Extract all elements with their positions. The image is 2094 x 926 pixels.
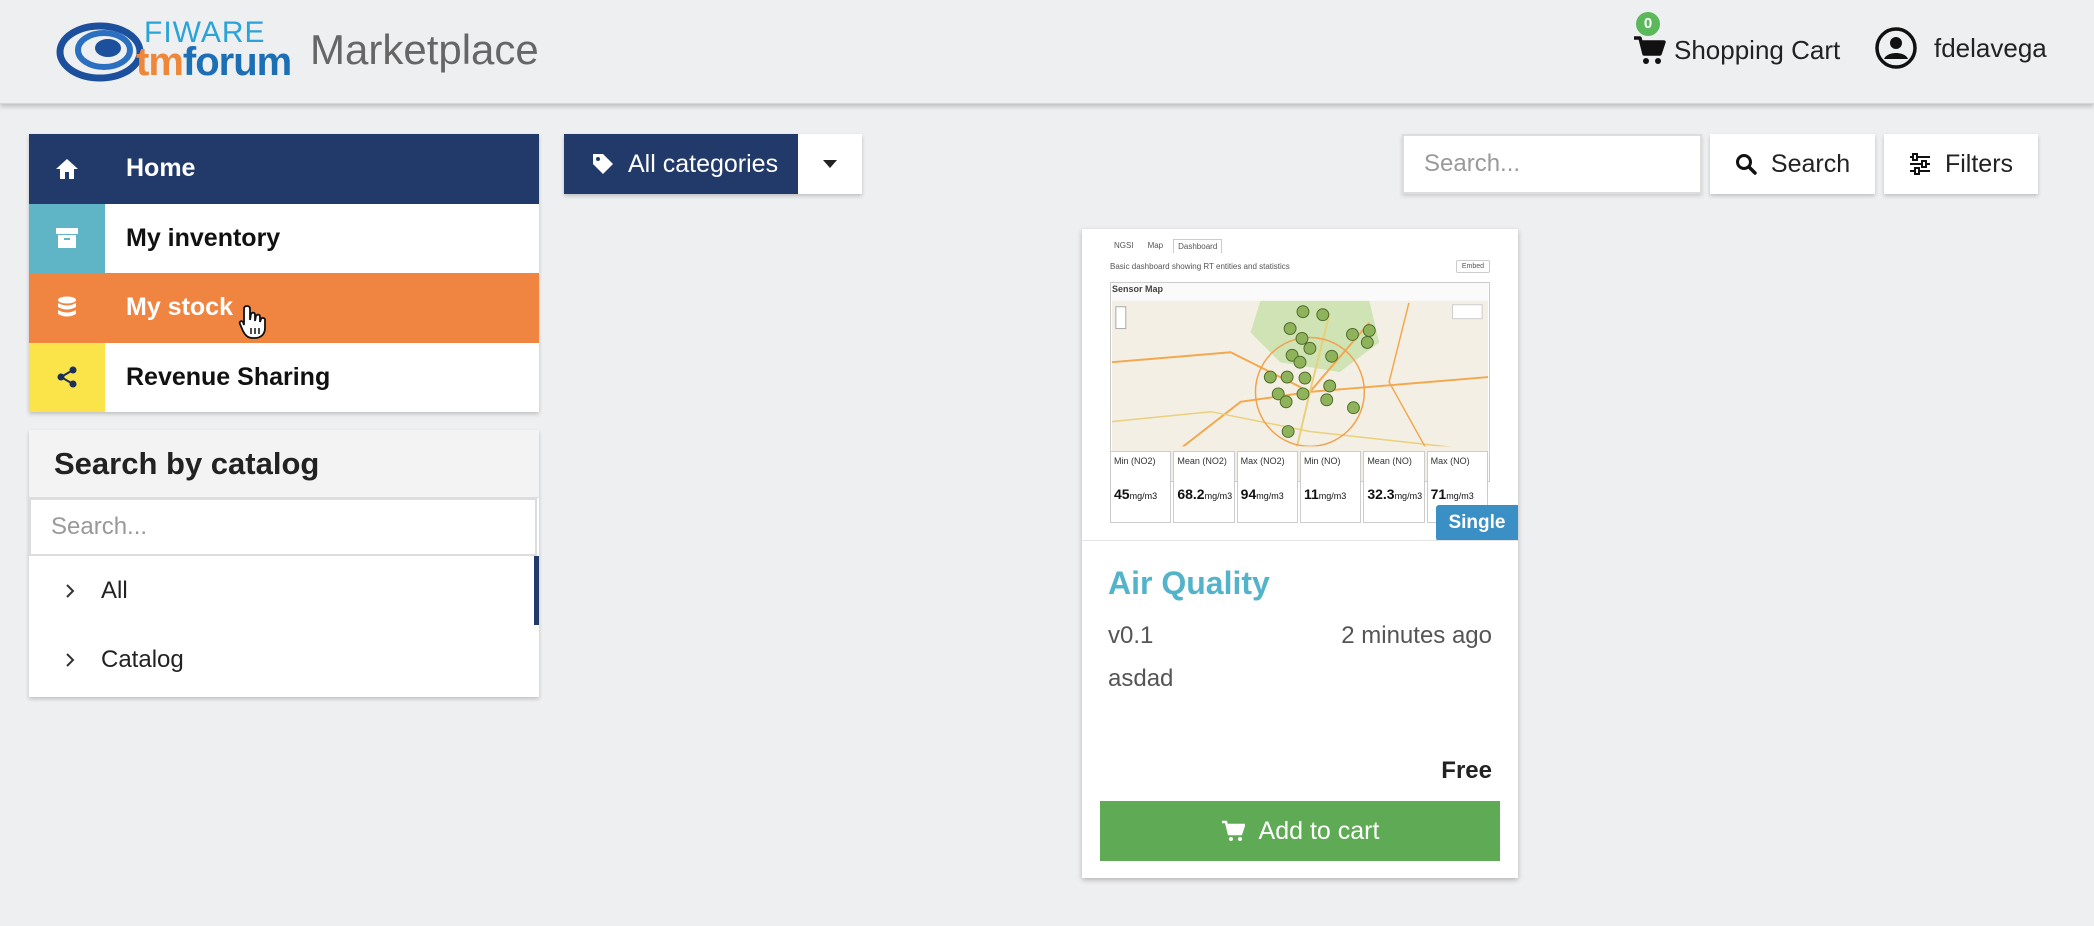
sidebar-item-label: Home: [126, 154, 196, 183]
sliders-icon: [1909, 153, 1930, 175]
cart-icon: [1221, 820, 1245, 841]
filters-button-label: Filters: [1944, 149, 2014, 178]
product-card: NGSI Map Dashboard Basic dashboard showi…: [1082, 229, 1518, 878]
catalog-search-input[interactable]: [29, 498, 537, 556]
add-to-cart-button[interactable]: Add to cart: [1100, 801, 1500, 861]
sidebar-item-my-stock[interactable]: My stock: [29, 273, 539, 343]
catalog-list: All Catalog: [29, 556, 539, 694]
user-circle-icon: [1875, 27, 1917, 69]
sidebar-item-label: My inventory: [105, 203, 539, 273]
catalog-panel-title: Search by catalog: [29, 430, 539, 498]
shopping-cart-label: Shopping Cart: [1674, 34, 1841, 65]
fiware-tmforum-logo[interactable]: FIWARE tmforum: [56, 14, 296, 84]
product-description: asdad: [1108, 665, 1174, 692]
shopping-cart-button[interactable]: 0 Shopping Cart: [1632, 12, 1841, 80]
user-menu-button[interactable]: fdelavega: [1874, 24, 2047, 72]
catalog-item-all[interactable]: All: [29, 556, 539, 625]
tag-icon: [593, 154, 613, 174]
product-version: v0.1: [1108, 622, 1154, 649]
stat-cell: Max (NO2) 94mg/m3: [1236, 451, 1298, 523]
thumbnail-description: Basic dashboard showing RT entities and …: [1110, 262, 1290, 271]
top-header: FIWARE tmforum Marketplace 0 Shopping Ca…: [0, 0, 2094, 104]
home-icon: [29, 134, 105, 204]
all-categories-button[interactable]: All categories: [564, 134, 798, 194]
product-name-link[interactable]: Air Quality: [1108, 565, 1270, 602]
stats-row: Min (NO2) 45mg/m3 Mean (NO2) 68.2mg/m3 M…: [1110, 451, 1490, 523]
add-to-cart-label: Add to cart: [1258, 816, 1380, 845]
shopping-cart-icon: 0: [1632, 12, 1666, 66]
single-badge: Single: [1436, 505, 1518, 540]
database-icon: [29, 273, 105, 343]
thumbnail-tabs: NGSI Map Dashboard: [1110, 239, 1223, 253]
sidebar-item-label: Revenue Sharing: [105, 342, 539, 412]
sidebar-item-revenue-sharing[interactable]: Revenue Sharing: [29, 342, 539, 412]
all-categories-label: All categories: [628, 149, 779, 178]
thumbnail-tab: Dashboard: [1173, 239, 1223, 253]
search-input[interactable]: [1402, 134, 1702, 194]
catalog-item-label: All: [101, 576, 128, 604]
catalog-item-label: Catalog: [101, 645, 184, 673]
logo-tmforum-text: tmforum: [136, 40, 292, 84]
product-price: Free: [1441, 757, 1492, 784]
product-thumbnail[interactable]: NGSI Map Dashboard Basic dashboard showi…: [1082, 229, 1518, 541]
sidebar-item-my-inventory[interactable]: My inventory: [29, 203, 539, 273]
thumbnail-tab: NGSI: [1114, 241, 1134, 250]
search-button[interactable]: Search: [1710, 134, 1875, 194]
catalog-item-catalog[interactable]: Catalog: [29, 625, 539, 694]
category-caret-button[interactable]: [798, 134, 862, 194]
search-button-label: Search: [1770, 149, 1851, 178]
app-title: Marketplace: [310, 26, 539, 73]
sensor-map-title: Sensor Map: [1112, 284, 1164, 294]
sidebar-item-label: My stock: [126, 293, 233, 322]
search-icon: [1735, 154, 1757, 175]
catalog-panel: Search by catalog All Catalog: [29, 430, 539, 697]
stat-cell: Min (NO2) 45mg/m3: [1110, 451, 1172, 523]
sidebar-item-home[interactable]: Home: [29, 134, 539, 204]
cart-count-badge: 0: [1636, 12, 1660, 36]
stat-cell: Mean (NO) 32.3mg/m3: [1363, 451, 1425, 523]
chevron-right-icon: [65, 652, 89, 668]
stat-cell: Min (NO) 11mg/m3: [1299, 451, 1362, 523]
stat-cell: Mean (NO2) 68.2mg/m3: [1173, 451, 1235, 523]
product-timestamp: 2 minutes ago: [1341, 622, 1492, 649]
thumbnail-tab: Map: [1147, 241, 1164, 250]
caret-down-icon: [823, 160, 837, 168]
sidebar-nav: Home My inventory My stock Revenue Shari…: [29, 134, 539, 412]
archive-icon: [29, 203, 105, 273]
logo-swirl-icon: [56, 22, 144, 82]
chevron-right-icon: [65, 583, 89, 599]
username-label: fdelavega: [1934, 32, 2047, 63]
category-dropdown: All categories: [564, 134, 862, 194]
filters-button[interactable]: Filters: [1884, 134, 2038, 194]
share-icon: [29, 342, 105, 412]
thumbnail-embed: Embed: [1455, 260, 1490, 273]
